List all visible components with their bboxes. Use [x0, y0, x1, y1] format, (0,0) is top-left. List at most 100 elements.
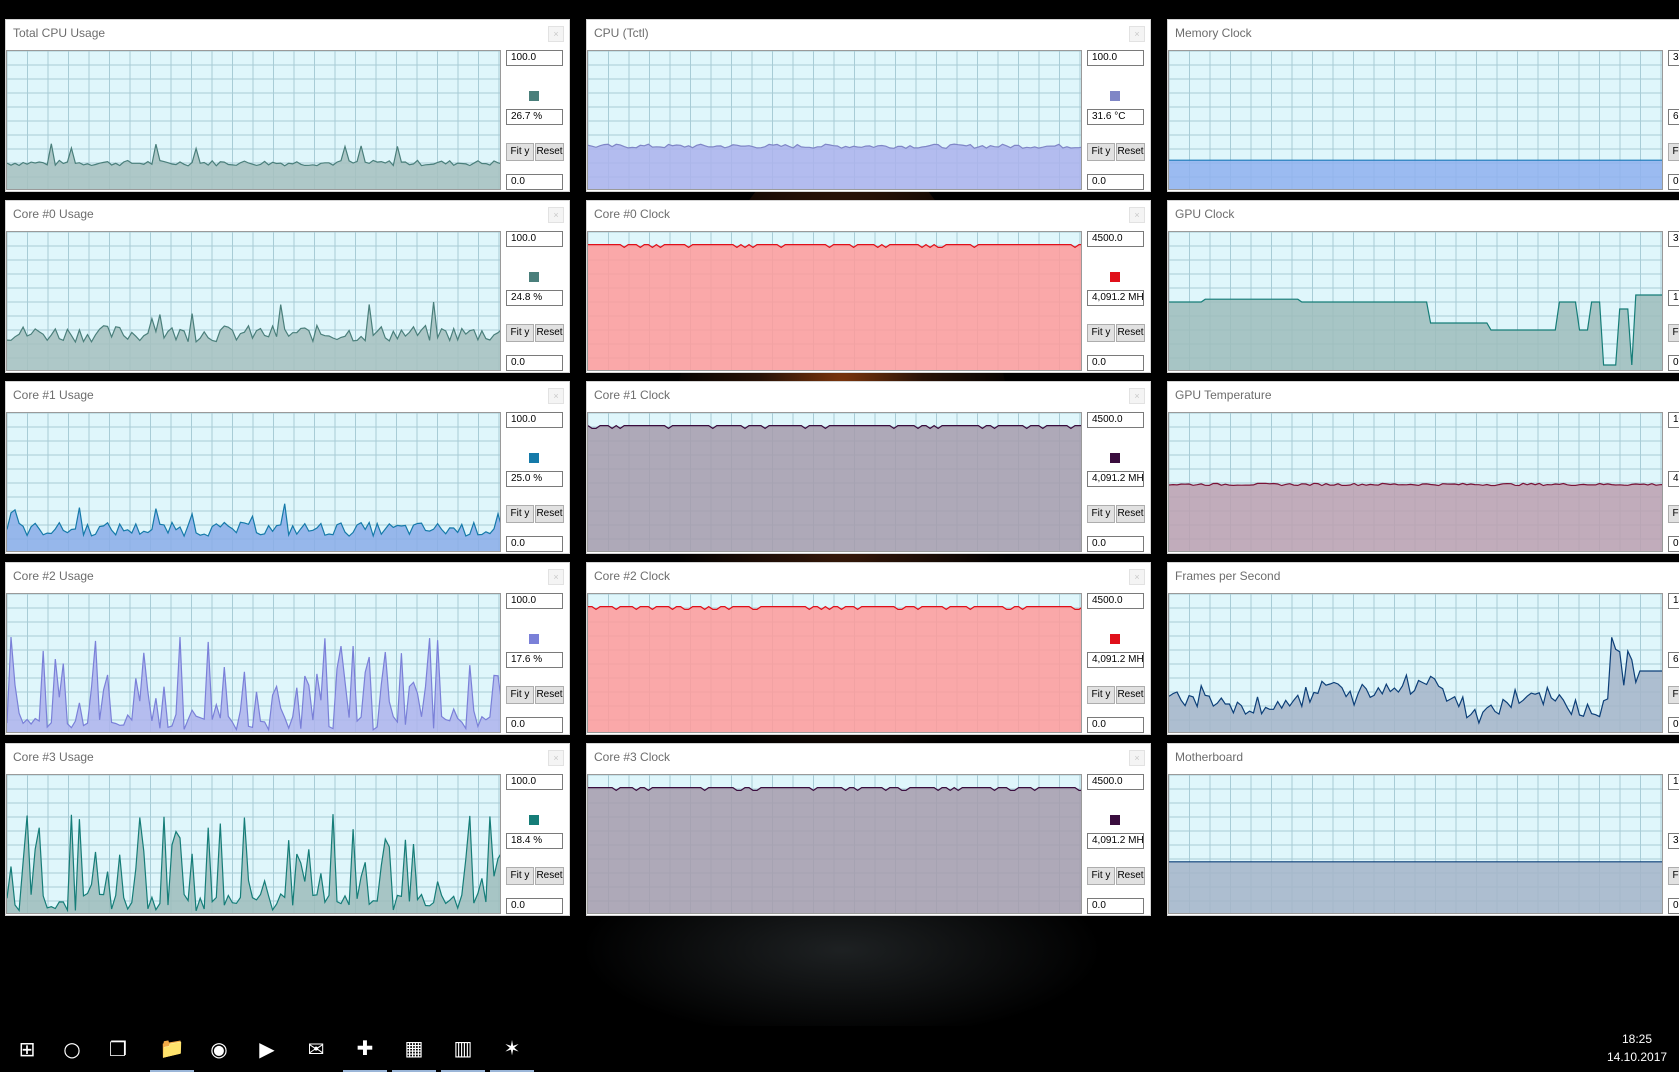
taskbar-clock[interactable]: 18:25 14.10.2017 — [1607, 1030, 1667, 1066]
series-color-swatch[interactable] — [1110, 91, 1120, 101]
fit-y-button[interactable]: Fit y — [1087, 686, 1115, 704]
close-icon[interactable]: × — [548, 750, 564, 766]
graph-area — [1169, 295, 1662, 370]
current-value-field: 665.2 MHz — [1668, 109, 1679, 125]
min-value-field[interactable]: 0.0 — [1668, 898, 1679, 914]
min-value-field[interactable]: 0.0 — [1087, 174, 1144, 190]
series-color-swatch[interactable] — [1110, 634, 1120, 644]
fit-y-button[interactable]: Fit y — [1668, 324, 1679, 342]
graph-area — [588, 787, 1081, 913]
taskbar-chrome[interactable]: ◉ — [197, 1026, 241, 1072]
sensor-panel: CPU (Tctl) × 100.0 31.6 °C Fit y Reset 0.0 — [586, 19, 1151, 192]
min-value-field[interactable]: 0.0 — [506, 355, 563, 371]
series-color-swatch[interactable] — [529, 453, 539, 463]
fit-y-button[interactable]: Fit y — [1668, 686, 1679, 704]
start-button[interactable]: ⊞ — [5, 1026, 49, 1072]
min-value-field[interactable]: 0.0 — [1668, 355, 1679, 371]
reset-button[interactable]: Reset — [1116, 867, 1145, 885]
fit-y-button[interactable]: Fit y — [506, 143, 534, 161]
panel-title: Motherboard — [1175, 750, 1244, 764]
max-value-field[interactable]: 4500.0 — [1087, 412, 1144, 428]
search-button[interactable]: ○ — [50, 1026, 94, 1072]
min-value-field[interactable]: 0.0 — [1668, 174, 1679, 190]
taskbar-starcraft[interactable]: ✶ — [490, 1026, 534, 1072]
series-color-swatch[interactable] — [529, 272, 539, 282]
min-value-field[interactable]: 0.0 — [1087, 717, 1144, 733]
max-value-field[interactable]: 4500.0 — [1087, 231, 1144, 247]
sensor-panel: Memory Clock×3000.0665.2 MHzFit yReset0.… — [1167, 19, 1679, 192]
taskbar-graph-app[interactable]: ▥ — [441, 1026, 485, 1072]
min-value-field[interactable]: 0.0 — [506, 536, 563, 552]
taskbar-mail[interactable]: ✉ — [294, 1026, 338, 1072]
taskbar-xbox[interactable]: ✚ — [343, 1026, 387, 1072]
min-value-field[interactable]: 0.0 — [1087, 536, 1144, 552]
max-value-field[interactable]: 100.0 — [506, 231, 563, 247]
series-color-swatch[interactable] — [529, 634, 539, 644]
series-color-swatch[interactable] — [1110, 453, 1120, 463]
close-icon[interactable]: × — [1129, 569, 1145, 585]
close-icon[interactable]: × — [1129, 207, 1145, 223]
max-value-field[interactable]: 100.0 — [506, 412, 563, 428]
current-value-field: 24.8 % — [506, 290, 563, 306]
close-icon[interactable]: × — [548, 26, 564, 42]
fit-y-button[interactable]: Fit y — [506, 686, 534, 704]
series-color-swatch[interactable] — [1110, 272, 1120, 282]
reset-button[interactable]: Reset — [1116, 505, 1145, 523]
max-value-field[interactable]: 100.0 — [506, 774, 563, 790]
taskbar-file-explorer[interactable]: 📁 — [150, 1026, 194, 1072]
min-value-field[interactable]: 0 — [1668, 536, 1679, 552]
fit-y-button[interactable]: Fit y — [1668, 143, 1679, 161]
graph-area — [588, 425, 1081, 551]
graph-canvas — [7, 775, 500, 913]
max-value-field[interactable]: 100 — [1668, 412, 1679, 428]
reset-button[interactable]: Reset — [1116, 686, 1145, 704]
close-icon[interactable]: × — [548, 569, 564, 585]
min-value-field[interactable]: 0 — [1668, 717, 1679, 733]
close-icon[interactable]: × — [1129, 750, 1145, 766]
close-icon[interactable]: × — [548, 207, 564, 223]
taskbar-hardware-monitor[interactable]: ▦ — [392, 1026, 436, 1072]
fit-y-button[interactable]: Fit y — [506, 505, 534, 523]
reset-button[interactable]: Reset — [535, 686, 564, 704]
min-value-field[interactable]: 0.0 — [506, 898, 563, 914]
reset-button[interactable]: Reset — [1116, 324, 1145, 342]
fit-y-button[interactable]: Fit y — [1087, 143, 1115, 161]
close-icon[interactable]: × — [1129, 388, 1145, 404]
fit-y-button[interactable]: Fit y — [506, 867, 534, 885]
series-color-swatch[interactable] — [529, 815, 539, 825]
fit-y-button[interactable]: Fit y — [1668, 505, 1679, 523]
min-value-field[interactable]: 0.0 — [506, 174, 563, 190]
max-value-field[interactable]: 100.0 — [506, 593, 563, 609]
series-color-swatch[interactable] — [1110, 815, 1120, 825]
current-value-field: 38.0 °C — [1668, 833, 1679, 849]
graph-canvas — [588, 413, 1081, 551]
reset-button[interactable]: Reset — [535, 324, 564, 342]
taskbar-media-player[interactable]: ▶ — [245, 1026, 289, 1072]
close-icon[interactable]: × — [548, 388, 564, 404]
fit-y-button[interactable]: Fit y — [1087, 867, 1115, 885]
max-value-field[interactable]: 100.0 — [506, 50, 563, 66]
close-icon[interactable]: × — [1129, 26, 1145, 42]
task-view-button[interactable]: ❐ — [96, 1026, 140, 1072]
fit-y-button[interactable]: Fit y — [1668, 867, 1679, 885]
reset-button[interactable]: Reset — [535, 867, 564, 885]
min-value-field[interactable]: 0.0 — [506, 717, 563, 733]
max-value-field[interactable]: 140 — [1668, 593, 1679, 609]
max-value-field[interactable]: 100.0 — [1668, 774, 1679, 790]
reset-button[interactable]: Reset — [535, 505, 564, 523]
fit-y-button[interactable]: Fit y — [506, 324, 534, 342]
monitor-app-icon: ▦ — [404, 1036, 424, 1060]
fit-y-button[interactable]: Fit y — [1087, 324, 1115, 342]
graph-area — [1169, 861, 1662, 913]
max-value-field[interactable]: 4500.0 — [1087, 774, 1144, 790]
max-value-field[interactable]: 3000.0 — [1668, 231, 1679, 247]
max-value-field[interactable]: 100.0 — [1087, 50, 1144, 66]
reset-button[interactable]: Reset — [535, 143, 564, 161]
min-value-field[interactable]: 0.0 — [1087, 355, 1144, 371]
series-color-swatch[interactable] — [529, 91, 539, 101]
fit-y-button[interactable]: Fit y — [1087, 505, 1115, 523]
max-value-field[interactable]: 4500.0 — [1087, 593, 1144, 609]
min-value-field[interactable]: 0.0 — [1087, 898, 1144, 914]
max-value-field[interactable]: 3000.0 — [1668, 50, 1679, 66]
reset-button[interactable]: Reset — [1116, 143, 1145, 161]
